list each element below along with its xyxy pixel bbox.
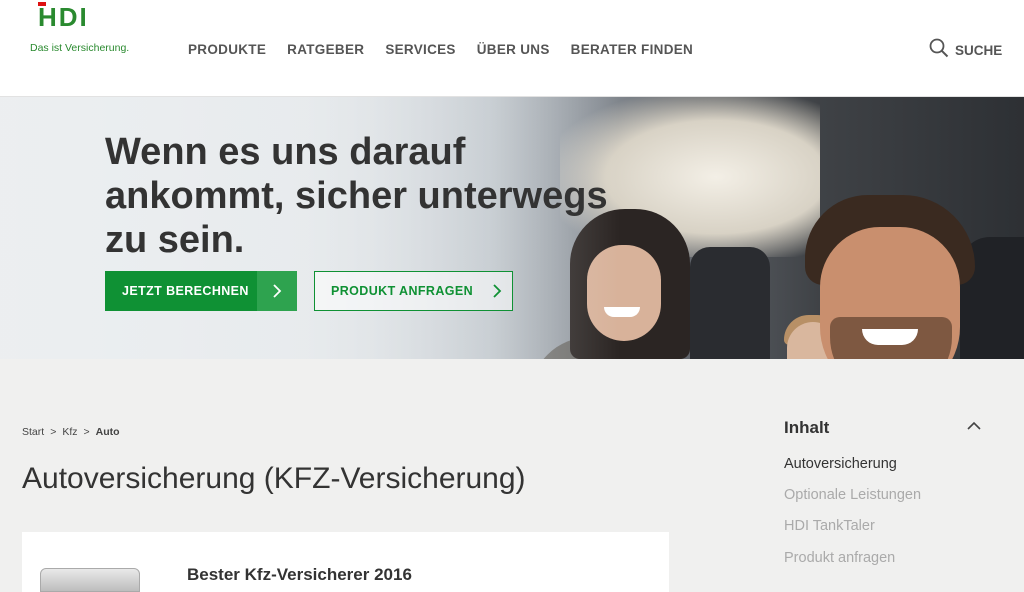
breadcrumb-item-kfz[interactable]: Kfz <box>62 426 77 438</box>
toc-collapse-button[interactable] <box>966 418 982 439</box>
breadcrumb-separator: > <box>50 426 57 438</box>
search-icon <box>929 38 949 63</box>
toc-item-produkt-anfragen[interactable]: Produkt anfragen <box>784 550 895 566</box>
toc-item-autoversicherung[interactable]: Autoversicherung <box>784 456 897 472</box>
nav-item-berater-finden[interactable]: BERATER FINDEN <box>571 42 693 57</box>
request-product-button-label: PRODUKT ANFRAGEN <box>331 284 474 298</box>
site-header: HDI Das ist Versicherung. PRODUKTE RATGE… <box>0 0 1024 97</box>
breadcrumb-separator: > <box>83 426 90 438</box>
hero-title: Wenn es uns darauf ankommt, sicher unter… <box>105 131 608 261</box>
award-seal-image <box>40 568 140 592</box>
chevron-right-icon <box>482 284 512 298</box>
logo-red-accent <box>38 2 46 6</box>
toc-item-hdi-tanktaler[interactable]: HDI TankTaler <box>784 518 875 534</box>
nav-item-ueber-uns[interactable]: ÜBER UNS <box>477 42 550 57</box>
breadcrumb: Start > Kfz > Auto <box>22 426 120 438</box>
hdi-logo[interactable]: HDI Das ist Versicherung. <box>28 0 138 60</box>
award-card: Bester Kfz-Versicherer 2016 <box>22 532 669 592</box>
calculate-button-label: JETZT BERECHNEN <box>122 284 249 298</box>
award-card-title: Bester Kfz-Versicherer 2016 <box>187 565 412 584</box>
hero-seat <box>690 247 770 359</box>
breadcrumb-item-auto: Auto <box>95 426 120 438</box>
chevron-up-icon <box>966 421 982 438</box>
main-navigation: PRODUKTE RATGEBER SERVICES ÜBER UNS BERA… <box>188 42 693 57</box>
breadcrumb-item-start[interactable]: Start <box>22 426 44 438</box>
request-product-button[interactable]: PRODUKT ANFRAGEN <box>314 271 513 311</box>
toc-item-optionale-leistungen[interactable]: Optionale Leistungen <box>784 487 921 503</box>
logo-tagline: Das ist Versicherung. <box>30 42 130 54</box>
search-label: SUCHE <box>955 43 1003 58</box>
chevron-right-icon <box>257 271 297 311</box>
search-button[interactable]: SUCHE <box>929 38 1002 63</box>
toc-title: Inhalt <box>784 418 830 437</box>
calculate-button[interactable]: JETZT BERECHNEN <box>105 271 297 311</box>
page-title: Autoversicherung (KFZ-Versicherung) <box>22 462 526 495</box>
logo-wordmark: HDI <box>38 2 89 32</box>
nav-item-services[interactable]: SERVICES <box>385 42 455 57</box>
nav-item-produkte[interactable]: PRODUKTE <box>188 42 266 57</box>
nav-item-ratgeber[interactable]: RATGEBER <box>287 42 364 57</box>
hero-man-smile <box>862 329 918 345</box>
